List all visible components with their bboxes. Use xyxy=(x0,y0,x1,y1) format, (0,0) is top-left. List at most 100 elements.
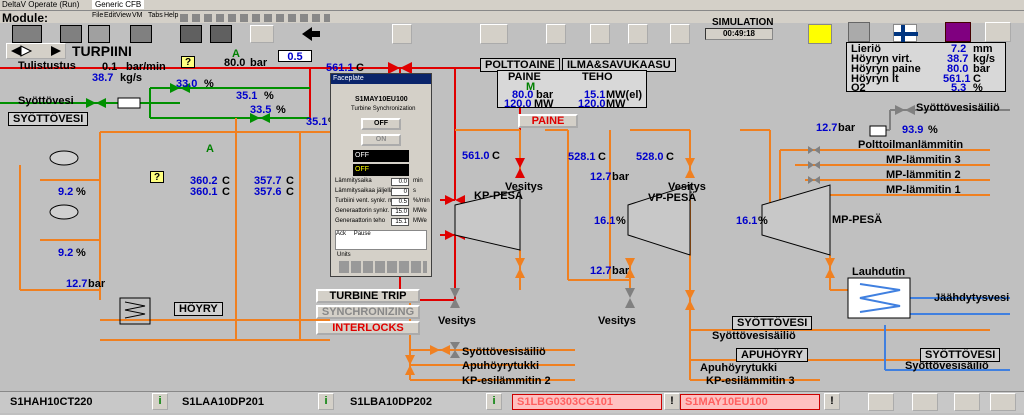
fp-row-4-value: 15.0 xyxy=(391,208,409,216)
pressure-left-value: 12.7 xyxy=(66,278,88,290)
vp-pressure1-value: 12.7 xyxy=(590,171,612,183)
temp2-value: 360.1 xyxy=(190,186,218,198)
syottovesi-label: Syöttövesi xyxy=(18,95,74,107)
mp-pct-value: 16.1 xyxy=(736,215,758,227)
vp-temp2-unit: C xyxy=(666,151,674,163)
summary-t2: 120.0 xyxy=(578,98,606,110)
status-tag-2[interactable]: S1LAA10DP201 xyxy=(182,396,264,408)
mp-pesa-label: MP-PESÄ xyxy=(832,214,883,226)
fp-row-1-label: Lämmitysaika xyxy=(335,178,372,184)
syottovesisailio-top-label: Syöttövesisäiliö xyxy=(916,102,1000,114)
boiler-summary: Lieriö 7.2 mm Höyryn virt. 38.7 kg/s Höy… xyxy=(846,42,1006,94)
status-info-3[interactable]: i xyxy=(486,393,502,410)
fp-row-2-value: 0 xyxy=(391,188,409,196)
paine-button[interactable]: PAINE xyxy=(518,114,578,128)
teho-header: TEHO xyxy=(582,71,613,83)
status-alarm-1[interactable]: S1LBG0303CG101 xyxy=(512,394,662,410)
faceplate-on-button[interactable]: ON xyxy=(361,134,401,146)
vesitys-label-3: Vesitys xyxy=(438,315,476,327)
level2-value: 9.2 xyxy=(58,247,74,259)
vp-temp2-value: 528.0 xyxy=(636,151,664,163)
faceplate-tag: S1MAY10EU100 xyxy=(355,96,408,103)
temp2-unit: C xyxy=(222,186,230,198)
status-tag-1[interactable]: S1HAH10CT220 xyxy=(10,396,93,408)
faceplate-desc: Turbine Synchronization xyxy=(351,106,416,112)
summary-p2-unit: MW xyxy=(534,98,554,110)
status-info-2[interactable]: i xyxy=(318,393,334,410)
fp-row-2-unit: s xyxy=(413,188,416,194)
valve3-unit: % xyxy=(276,104,286,116)
status-info-1[interactable]: i xyxy=(152,393,168,410)
help-icon[interactable]: ? xyxy=(181,56,195,68)
valve3-value: 33.5 xyxy=(250,104,272,116)
turbine-trip-button[interactable]: TURBINE TRIP xyxy=(316,289,420,303)
level1-unit: % xyxy=(76,186,86,198)
kp-pesa-label: KP-PESÄ xyxy=(474,190,523,202)
pressure-left-unit: bar xyxy=(88,278,106,290)
temp4-value: 357.6 xyxy=(254,186,282,198)
syottovesisailio-bottom-label: Syöttövesisäiliö xyxy=(462,346,546,358)
silence-icon[interactable] xyxy=(912,393,938,411)
faceplate-status-1: OFF xyxy=(353,150,409,162)
tulistustus-label: Tulistustus xyxy=(18,60,76,72)
help-icon-2[interactable]: ? xyxy=(150,171,164,183)
o2-value: 5.3 xyxy=(951,82,967,94)
paine-header: PAINE xyxy=(508,71,541,83)
vp-pct-unit: % xyxy=(616,215,626,227)
status-excl-2[interactable]: ! xyxy=(824,393,840,410)
synchronizing-button[interactable]: SYNCHRONIZING xyxy=(316,305,420,319)
vp-pressure1-unit: bar xyxy=(612,171,630,183)
faceplate-toolbar[interactable] xyxy=(339,261,427,273)
fp-row-2-label: Lämmitysaikaa jäljellä xyxy=(335,188,394,194)
syottovesi-tag[interactable]: SYÖTTÖVESI xyxy=(8,112,89,126)
faceplate-off-button[interactable]: OFF xyxy=(361,118,401,130)
vesitys-label-4: Vesitys xyxy=(598,315,636,327)
tools-icon[interactable] xyxy=(954,393,980,411)
fp-pause-label: Pause xyxy=(353,231,371,237)
faceplate-window[interactable]: Faceplate S1MAY10EU100 Turbine Synchroni… xyxy=(330,73,432,277)
status-tag-3[interactable]: S1LBA10DP202 xyxy=(350,396,432,408)
right-syottovesi-tag[interactable]: SYÖTTÖVESI xyxy=(732,316,813,330)
steam-flow-unit: kg/s xyxy=(120,72,143,84)
vp-pct-value: 16.1 xyxy=(594,215,616,227)
acknowledge-icon[interactable] xyxy=(868,393,894,411)
right-pct-value: 93.9 xyxy=(902,124,924,136)
valve1-unit: % xyxy=(204,78,214,90)
steam-flow-value: 38.7 xyxy=(92,72,114,84)
mp3-label: MP-lämmitin 3 xyxy=(886,154,961,166)
status-alarm-2[interactable]: S1MAY10EU100 xyxy=(680,394,820,410)
o2-label: O2 xyxy=(851,82,866,94)
faceplate-status-2: OFF xyxy=(353,164,409,176)
fp-row-1-unit: min xyxy=(413,178,423,184)
lauhdutin-label: Lauhdutin xyxy=(852,266,906,278)
mp1-label: MP-lämmitin 1 xyxy=(886,184,961,196)
fp-ack-label: Ack xyxy=(336,231,347,237)
right-pressure-value: 12.7 xyxy=(816,122,838,134)
apuhoyrytukki-bottom-label: Apuhöyrytukki xyxy=(462,360,540,372)
hoyry-tag[interactable]: HÖYRY xyxy=(174,302,223,316)
right-pressure-unit: bar xyxy=(838,122,856,134)
vp-pesa-label: VP-PESÄ xyxy=(648,192,697,204)
kp-temp-unit: C xyxy=(492,150,500,162)
fp-row-5-unit: MWe xyxy=(413,218,427,224)
temp4-unit: C xyxy=(286,186,294,198)
summary-t2-unit: MW xyxy=(606,98,626,110)
apuhoyry-tag[interactable]: APUHÖYRY xyxy=(736,348,808,362)
interlocks-button[interactable]: INTERLOCKS xyxy=(316,321,420,335)
fp-row-4-unit: MWe xyxy=(413,208,427,214)
fp-row-3-value: 0.5 xyxy=(391,198,409,206)
status-excl-1[interactable]: ! xyxy=(664,393,680,410)
valve2-value: 35.1 xyxy=(236,90,258,102)
vp-temp1-value: 528.1 xyxy=(568,151,596,163)
valve4-value: 35.1 xyxy=(306,116,328,128)
apuhoyrytukki-right-label: Apuhöyrytukki xyxy=(700,362,778,374)
vp-pressure2-value: 12.7 xyxy=(590,265,612,277)
level2-unit: % xyxy=(76,247,86,259)
vp-pressure2-unit: bar xyxy=(612,265,630,277)
fp-row-5-label: Generaattorin teho xyxy=(335,218,386,224)
kp3-label: KP-esilämmitin 3 xyxy=(706,375,795,387)
kp2-label: KP-esilämmitin 2 xyxy=(462,375,551,387)
vp-temp1-unit: C xyxy=(598,151,606,163)
faceplate-alarm-list: Ack Pause xyxy=(335,230,427,250)
person-icon[interactable] xyxy=(990,393,1016,411)
